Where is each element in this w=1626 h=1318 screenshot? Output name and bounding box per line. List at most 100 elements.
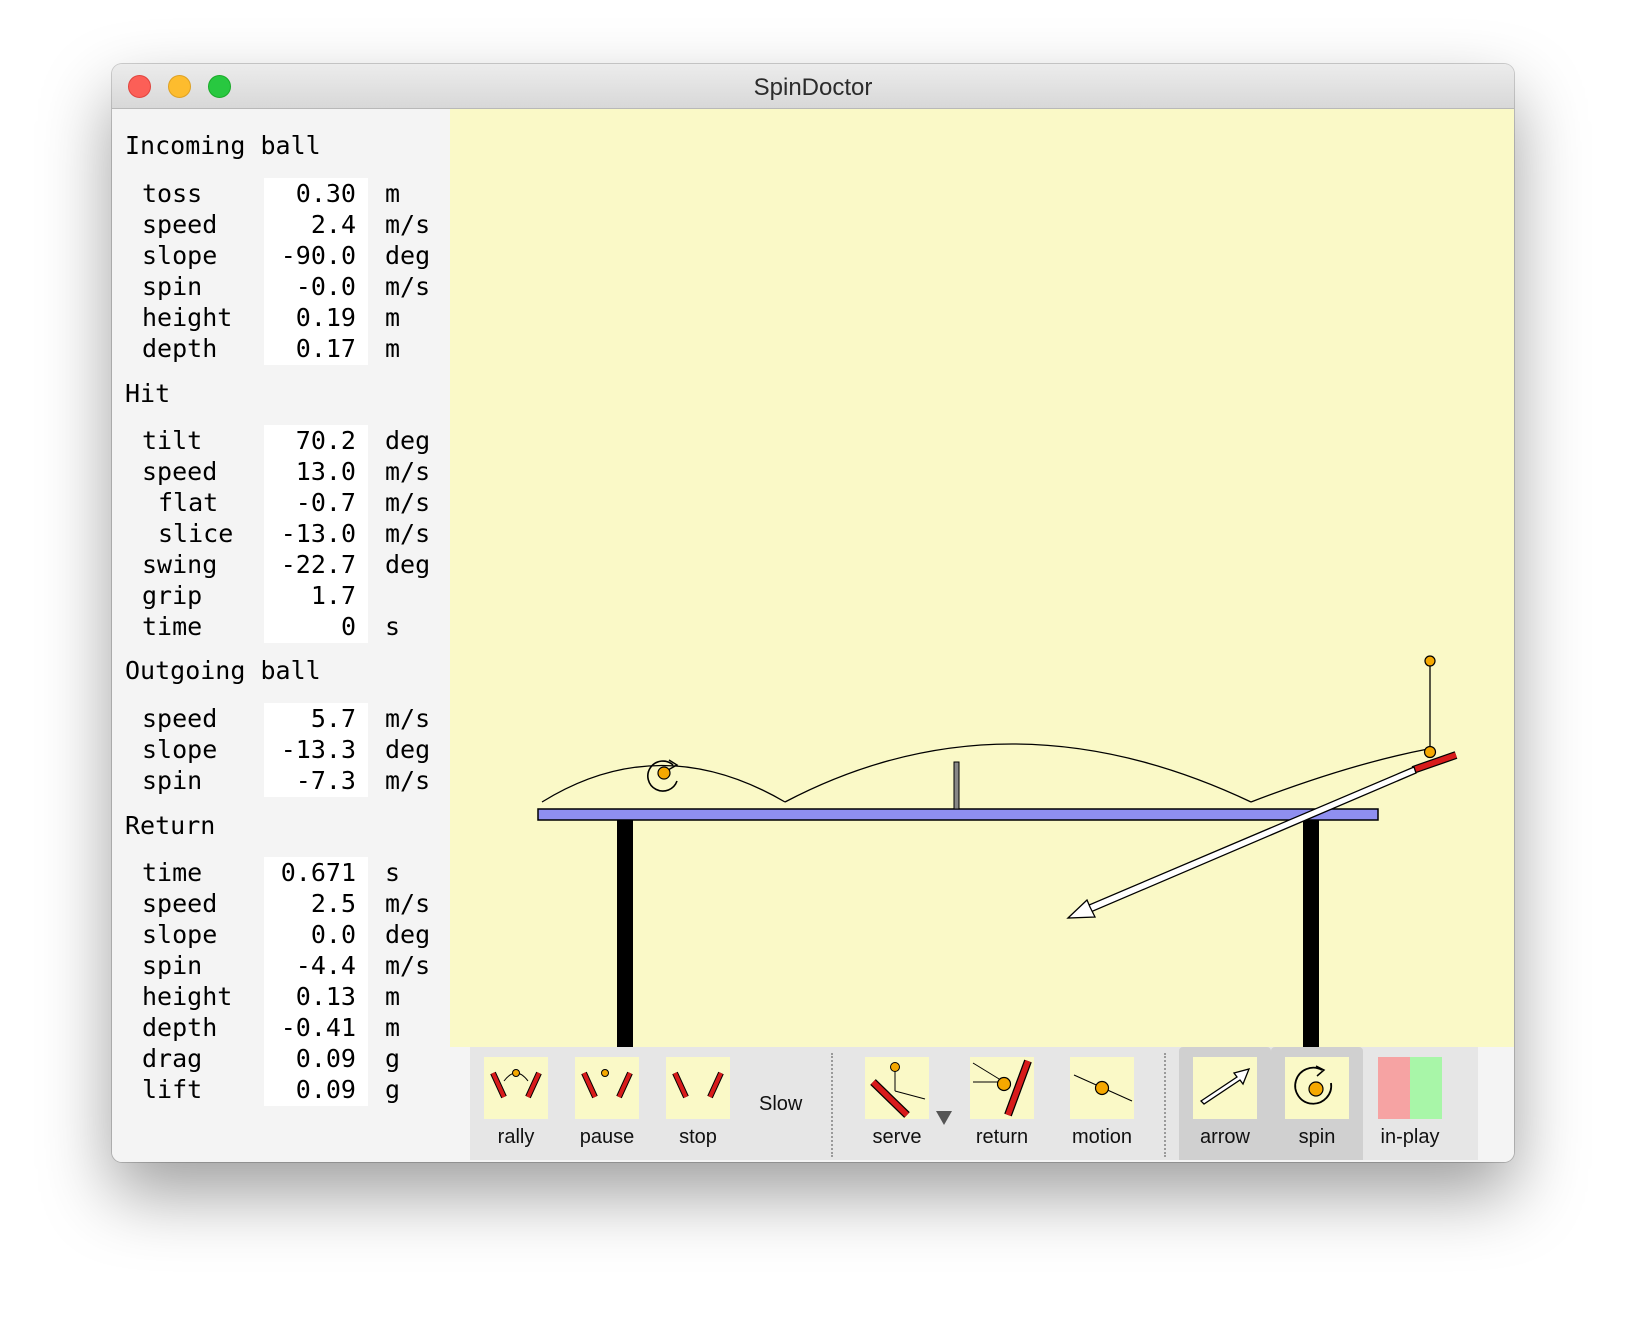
- toolbar-separator: [1164, 1053, 1166, 1157]
- hit-direction-arrow-icon[interactable]: [1066, 766, 1417, 919]
- param-label: spin: [142, 766, 203, 795]
- return-label: return: [975, 1126, 1029, 1148]
- hit-tilt-row: tilt 70.2 deg: [112, 425, 448, 457]
- param-unit: m/s: [385, 488, 431, 517]
- param-unit: g: [385, 1075, 401, 1104]
- toss-handle-icon[interactable]: [1424, 655, 1436, 667]
- return-spin-row: spin -4.4 m/s: [112, 950, 448, 982]
- incoming-height-row: height 0.19 m: [112, 302, 448, 334]
- app-window: SpinDoctor Incoming ball toss 0.30 m spe…: [112, 64, 1514, 1162]
- incoming-spin-row: spin -0.0 m/s: [112, 271, 448, 303]
- incoming-ball-title: Incoming ball: [125, 131, 321, 160]
- param-label: speed: [142, 457, 218, 486]
- slow-toggle[interactable]: Slow: [759, 1093, 802, 1116]
- return-speed-field[interactable]: 2.5: [264, 888, 368, 920]
- return-lift-row: lift 0.09 g: [112, 1074, 448, 1106]
- return-height-field[interactable]: 0.13: [264, 981, 368, 1013]
- spin-toggle-button[interactable]: spin: [1271, 1047, 1363, 1160]
- hit-speed-field[interactable]: 13.0: [264, 456, 368, 488]
- incoming-toss-field[interactable]: 0.30: [264, 178, 368, 210]
- param-label: spin: [142, 951, 203, 980]
- return-speed-row: speed 2.5 m/s: [112, 888, 448, 920]
- hit-slice-field[interactable]: -13.0: [264, 518, 368, 550]
- return-depth-field[interactable]: -0.41: [264, 1012, 368, 1044]
- motion-icon: [1070, 1057, 1134, 1119]
- toolbar: rally pause stop Slow serve return motio…: [450, 1047, 1514, 1162]
- return-time-field[interactable]: 0.671: [264, 857, 368, 889]
- return-height-row: height 0.13 m: [112, 981, 448, 1013]
- param-label: speed: [142, 889, 218, 918]
- incoming-speed-field[interactable]: 2.4: [264, 209, 368, 241]
- incoming-height-field[interactable]: 0.19: [264, 302, 368, 334]
- simulation-canvas[interactable]: [450, 109, 1514, 1047]
- param-label: speed: [142, 210, 218, 239]
- incoming-spin-field[interactable]: -0.0: [264, 271, 368, 303]
- return-button[interactable]: return: [956, 1047, 1048, 1160]
- spin-icon: [1285, 1057, 1349, 1119]
- outgoing-ball-title: Outgoing ball: [125, 656, 321, 685]
- hit-grip-field[interactable]: 1.7: [264, 580, 368, 612]
- param-unit: deg: [385, 241, 431, 270]
- in-play-label: in-play: [1380, 1126, 1440, 1148]
- serve-dropdown-icon[interactable]: [936, 1111, 952, 1125]
- return-slope-field[interactable]: 0.0: [264, 919, 368, 951]
- return-title: Return: [125, 811, 216, 840]
- arrow-icon: [1193, 1057, 1257, 1119]
- incoming-depth-field[interactable]: 0.17: [264, 333, 368, 365]
- paddle-icon[interactable]: [1411, 751, 1458, 774]
- return-lift-field[interactable]: 0.09: [264, 1074, 368, 1106]
- serve-icon: [865, 1057, 929, 1119]
- stop-label: stop: [679, 1126, 717, 1148]
- ball-icon[interactable]: [1423, 745, 1437, 759]
- arrow-toggle-button[interactable]: arrow: [1179, 1047, 1271, 1160]
- hit-flat-field[interactable]: -0.7: [264, 487, 368, 519]
- pause-icon: [575, 1057, 639, 1119]
- param-unit: m: [385, 179, 401, 208]
- pause-label: pause: [579, 1126, 635, 1148]
- hit-time-field[interactable]: 0: [264, 611, 368, 643]
- param-unit: m: [385, 982, 401, 1011]
- hit-time-row: time 0 s: [112, 611, 448, 643]
- outgoing-slope-field[interactable]: -13.3: [264, 734, 368, 766]
- window-title: SpinDoctor: [753, 74, 873, 101]
- param-label: grip: [142, 581, 203, 610]
- param-unit: m/s: [385, 951, 431, 980]
- motion-button[interactable]: motion: [1056, 1047, 1148, 1160]
- in-play-button[interactable]: in-play: [1364, 1047, 1456, 1160]
- spin-indicator-icon[interactable]: [647, 759, 679, 792]
- return-spin-field[interactable]: -4.4: [264, 950, 368, 982]
- return-drag-field[interactable]: 0.09: [264, 1043, 368, 1075]
- pause-button[interactable]: pause: [561, 1047, 653, 1160]
- hit-grip-row: grip 1.7: [112, 580, 448, 612]
- incoming-speed-row: speed 2.4 m/s: [112, 209, 448, 241]
- return-slope-row: slope 0.0 deg: [112, 919, 448, 951]
- incoming-slope-field[interactable]: -90.0: [264, 240, 368, 272]
- param-unit: m/s: [385, 210, 431, 239]
- rally-button[interactable]: rally: [470, 1047, 562, 1160]
- incoming-toss-row: toss 0.30 m: [112, 178, 448, 210]
- param-label: drag: [142, 1044, 203, 1073]
- return-time-row: time 0.671 s: [112, 857, 448, 889]
- hit-tilt-field[interactable]: 70.2: [264, 425, 368, 457]
- param-label: speed: [142, 704, 218, 733]
- param-unit: deg: [385, 735, 431, 764]
- rally-icon: [484, 1057, 548, 1119]
- table-leg-left: [617, 820, 633, 1047]
- table-scene: [537, 655, 1458, 1047]
- parameters-panel: Incoming ball toss 0.30 m speed 2.4 m/s …: [112, 109, 448, 1162]
- param-label: flat: [158, 488, 219, 517]
- serve-button[interactable]: serve: [851, 1047, 943, 1160]
- param-unit: s: [385, 858, 401, 887]
- param-label: depth: [142, 1013, 218, 1042]
- outgoing-speed-field[interactable]: 5.7: [264, 703, 368, 735]
- motion-label: motion: [1071, 1126, 1133, 1148]
- param-unit: m/s: [385, 457, 431, 486]
- param-label: lift: [142, 1075, 203, 1104]
- rally-label: rally: [497, 1126, 535, 1148]
- stop-button[interactable]: stop: [652, 1047, 744, 1160]
- hit-swing-field[interactable]: -22.7: [264, 549, 368, 581]
- param-unit: g: [385, 1044, 401, 1073]
- spin-label: spin: [1298, 1126, 1336, 1148]
- ball-trajectory: [541, 743, 1429, 803]
- outgoing-spin-field[interactable]: -7.3: [264, 765, 368, 797]
